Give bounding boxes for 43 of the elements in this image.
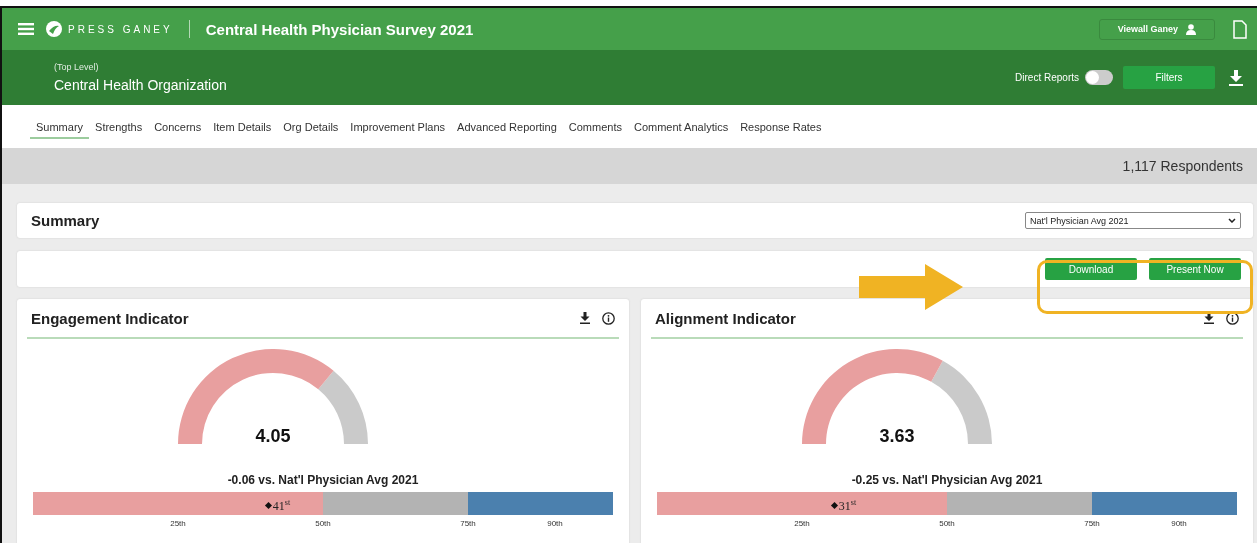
- benchmark-comparison: -0.25 vs. Nat'l Physician Avg 2021: [851, 473, 1043, 487]
- info-icon[interactable]: [602, 311, 615, 325]
- indicator-score: 3.63: [879, 426, 915, 447]
- org-level: (Top Level): [54, 62, 100, 72]
- logo-icon: [46, 21, 62, 37]
- info-icon[interactable]: [1226, 311, 1239, 325]
- nav-tab[interactable]: Response Rates: [734, 114, 828, 139]
- menu-icon[interactable]: [18, 23, 34, 35]
- benchmark-comparison: -0.06 vs. Nat'l Physician Avg 2021: [227, 473, 419, 487]
- nav-tab[interactable]: Advanced Reporting: [451, 114, 563, 139]
- direct-reports-label: Direct Reports: [1015, 72, 1079, 83]
- tick-label: 75th: [1084, 519, 1100, 528]
- nav-tab[interactable]: Improvement Plans: [344, 114, 452, 139]
- tick-label: 25th: [794, 519, 810, 528]
- direct-reports-toggle[interactable]: [1085, 70, 1113, 85]
- tick-label: 50th: [939, 519, 955, 528]
- tick-label: 50th: [315, 519, 331, 528]
- indicator-score: 4.05: [255, 426, 291, 447]
- indicator-title: Engagement Indicator: [31, 309, 190, 327]
- section-title: Summary: [31, 212, 101, 229]
- nav-tab[interactable]: Strengths: [89, 114, 149, 139]
- benchmark-dropdown[interactable]: Nat'l Physician Avg 2021: [1025, 212, 1241, 229]
- nav-tab[interactable]: Item Details: [207, 114, 278, 139]
- nav-tab[interactable]: Comment Analytics: [628, 114, 735, 139]
- tick-label: 25th: [170, 519, 186, 528]
- tick-label: 90th: [1171, 519, 1187, 528]
- download-icon[interactable]: [1204, 312, 1214, 324]
- respondent-count: 1,117 Respondents: [1122, 158, 1243, 174]
- tick-label: 75th: [460, 519, 476, 528]
- person-icon: [1186, 23, 1196, 35]
- survey-title: Central Health Physician Survey 2021: [205, 20, 474, 38]
- nav-tab[interactable]: Summary: [30, 114, 90, 139]
- chevron-icon: [1228, 218, 1236, 223]
- nav-tab[interactable]: Org Details: [277, 114, 345, 139]
- nav-tab[interactable]: Comments: [562, 114, 628, 139]
- org-name: Central Health Organization: [54, 77, 227, 93]
- brand-name: PRESS GANEY: [68, 23, 173, 35]
- download-icon[interactable]: [580, 312, 590, 324]
- document-icon[interactable]: [1233, 19, 1247, 39]
- arrow-icon: [859, 264, 963, 310]
- tick-label: 90th: [547, 519, 563, 528]
- indicator-title: Alignment Indicator: [655, 309, 797, 327]
- nav-tab[interactable]: Concerns: [148, 114, 208, 139]
